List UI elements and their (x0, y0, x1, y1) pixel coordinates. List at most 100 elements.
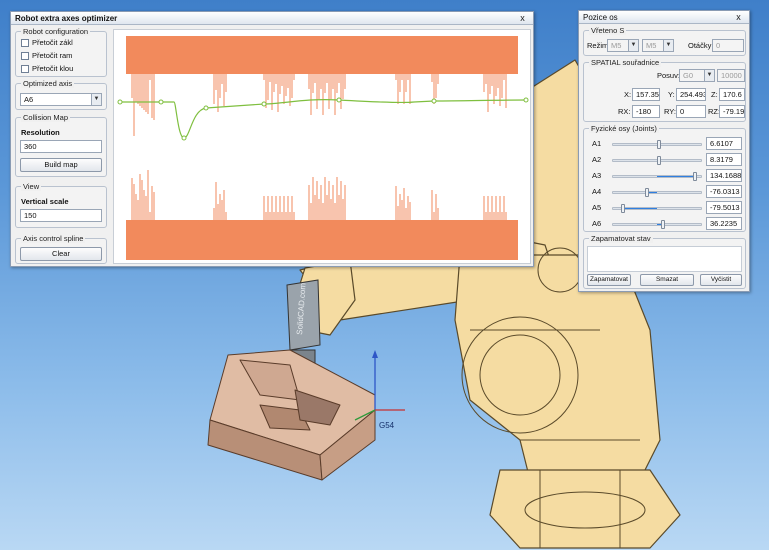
build-map-button[interactable]: Build map (20, 158, 102, 172)
optimized-axis-title: Optimized axis (21, 79, 75, 88)
rx-label: RX: (618, 107, 631, 116)
spline-control-point (158, 99, 164, 105)
spline-control-point (117, 99, 123, 105)
spline-control-point (431, 98, 437, 104)
chevron-down-icon[interactable]: ▼ (663, 40, 673, 51)
joint-label: A3 (592, 171, 602, 180)
joint-value-input[interactable]: 6.6107 (706, 137, 742, 150)
rz-input[interactable]: -79.199 (719, 105, 745, 118)
y-input[interactable]: 254.493 (676, 88, 706, 101)
otacky-label: Otáčky: (688, 41, 714, 50)
checkbox-label: Přetočit ram (32, 51, 73, 60)
otacky-input[interactable]: 0 (712, 39, 744, 52)
chevron-down-icon[interactable]: ▼ (91, 94, 101, 105)
joint-row-a2: A2 8.3179 (584, 153, 747, 167)
checkbox-rotate-wrist[interactable]: Přetočit klou (21, 64, 73, 73)
optimizer-close-button[interactable]: x (516, 13, 529, 24)
chevron-down-icon[interactable]: ▼ (628, 40, 638, 51)
coordinate-system-label: G54 (379, 421, 395, 430)
clear-button[interactable]: Clear (20, 247, 102, 261)
resolution-label: Resolution (21, 128, 60, 137)
x-label: X: (624, 90, 632, 99)
posuv-input[interactable]: 10000 (717, 69, 745, 82)
joint-label: A5 (592, 203, 602, 212)
optimizer-titlebar[interactable]: Robot extra axes optimizer x (11, 12, 533, 25)
joints-title: Fyzické osy (Joints) (589, 124, 659, 133)
joint-slider[interactable] (612, 172, 702, 181)
joint-label: A6 (592, 219, 602, 228)
joint-slider-thumb[interactable] (692, 172, 697, 181)
spline-control-point (523, 97, 529, 103)
spindle-group: Vřeteno S Režim: M5 ▼ M5 ▼ Otáčky: 0 (583, 26, 746, 56)
optimized-axis-group: Optimized axis A6 ▼ (15, 79, 107, 110)
optimized-axis-select[interactable]: A6 ▼ (20, 93, 102, 106)
clear-all-button[interactable]: Vyčistit (700, 274, 742, 286)
joint-row-a3: A3 134.1688 (584, 169, 747, 183)
joint-value-input[interactable]: 134.1688 (706, 169, 742, 182)
joint-slider-fill (657, 176, 695, 177)
checkbox-box[interactable] (21, 64, 29, 73)
posuv-label: Posuv: (657, 71, 680, 80)
optimizer-window: Robot extra axes optimizer x Robot confi… (10, 11, 534, 267)
joint-value-input[interactable]: -76.0313 (706, 185, 742, 198)
collision-map-plot[interactable] (114, 30, 530, 263)
vertical-scale-label: Vertical scale (21, 197, 69, 206)
joint-row-a4: A4 -76.0313 (584, 185, 747, 199)
checkbox-label: Přetočit zákl (32, 38, 73, 47)
joint-row-a5: A5 -79.5013 (584, 201, 747, 215)
pozice-os-close-button[interactable]: x (732, 12, 745, 23)
chevron-down-icon[interactable]: ▼ (704, 70, 714, 81)
robot-configuration-group: Robot configuration Přetočit zákl Přetoč… (15, 27, 107, 77)
spline-control-point (181, 135, 187, 141)
rezim-select[interactable]: M5 ▼ (607, 39, 639, 52)
joint-row-a1: A1 6.6107 (584, 137, 747, 151)
joint-slider[interactable] (612, 156, 702, 165)
collision-map-title: Collision Map (21, 113, 71, 122)
y-label: Y: (668, 90, 675, 99)
joint-value-input[interactable]: 8.3179 (706, 153, 742, 166)
checkbox-rotate-arm[interactable]: Přetočit ram (21, 51, 72, 60)
checkbox-rotate-base[interactable]: Přetočit zákl (21, 38, 73, 47)
spline-control-point (203, 105, 209, 111)
rezim-value: M5 (611, 41, 622, 50)
pozice-os-titlebar[interactable]: Pozice os x (579, 11, 749, 24)
joint-value-input[interactable]: 36.2235 (706, 217, 742, 230)
joint-slider[interactable] (612, 204, 702, 213)
remember-button[interactable]: Zapamatovat (587, 274, 631, 286)
x-input[interactable]: 157.351 (632, 88, 660, 101)
rx-input[interactable]: -180 (632, 105, 660, 118)
joint-slider[interactable] (612, 140, 702, 149)
joint-slider-thumb[interactable] (656, 140, 661, 149)
ry-input[interactable]: 0 (676, 105, 706, 118)
spatial-group: SPATIAL souřadnice Posuv: G0 ▼ 10000 X: … (583, 58, 746, 122)
joint-slider[interactable] (612, 220, 702, 229)
checkbox-box[interactable] (21, 38, 29, 47)
view-group: View Vertical scale 150 (15, 182, 107, 228)
rezim-select-2[interactable]: M5 ▼ (642, 39, 674, 52)
joint-slider-thumb[interactable] (645, 188, 650, 197)
posuv-mode-value: G0 (683, 71, 694, 80)
joint-label: A2 (592, 155, 602, 164)
collision-map-group: Collision Map Resolution 360 Build map (15, 113, 107, 177)
delete-button[interactable]: Smazat (640, 274, 694, 286)
joint-slider-thumb[interactable] (620, 204, 625, 213)
axis-control-spline-group: Axis control spline Clear (15, 234, 107, 264)
collision-map-canvas[interactable] (113, 29, 531, 264)
joint-slider[interactable] (612, 188, 702, 197)
pozice-os-window: Pozice os x Vřeteno S Režim: M5 ▼ M5 ▼ O… (578, 10, 750, 292)
robot-base (489, 469, 681, 549)
checkbox-box[interactable] (21, 51, 29, 60)
spline-control-point (336, 97, 342, 103)
pozice-os-title: Pozice os (583, 12, 618, 22)
z-input[interactable]: 170.6 (719, 88, 745, 101)
posuv-mode-select[interactable]: G0 ▼ (679, 69, 715, 82)
joint-slider-thumb[interactable] (661, 220, 666, 229)
saved-state-list[interactable] (587, 246, 742, 272)
joint-slider-fill (622, 208, 657, 209)
collision-band-bottom (126, 220, 518, 260)
joint-value-input[interactable]: -79.5013 (706, 201, 742, 214)
resolution-input[interactable]: 360 (20, 140, 102, 153)
joint-slider-thumb[interactable] (656, 156, 661, 165)
vertical-scale-input[interactable]: 150 (20, 209, 102, 222)
robot-configuration-title: Robot configuration (21, 27, 91, 36)
